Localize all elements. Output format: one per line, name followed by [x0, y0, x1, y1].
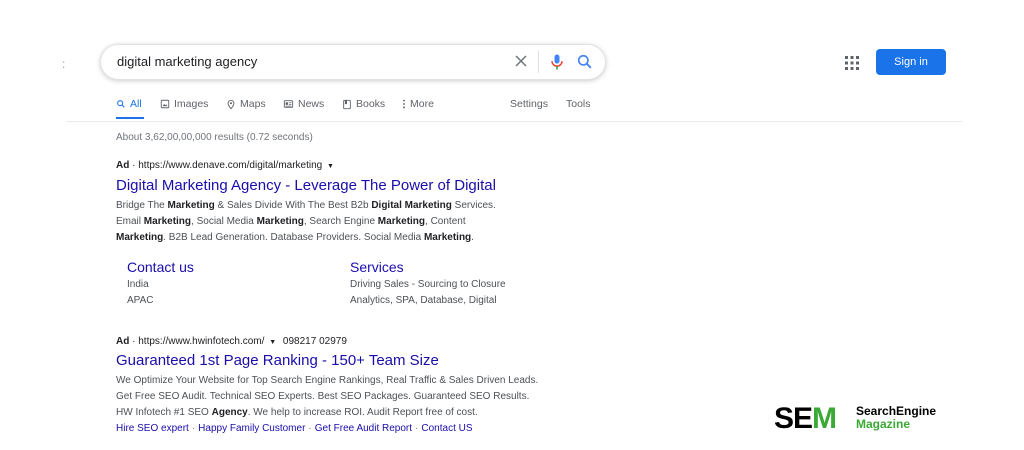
search-divider: [538, 51, 539, 73]
ad-label: Ad: [116, 160, 130, 171]
search-input[interactable]: digital marketing agency: [117, 54, 257, 69]
sign-in-button[interactable]: Sign in: [876, 49, 946, 75]
desc-text: .: [471, 232, 474, 243]
sitelink-line: APAC: [127, 295, 154, 306]
description-line: Get Free SEO Audit. Technical SEO Expert…: [116, 389, 576, 405]
ad-dot: ·: [132, 336, 136, 347]
search-box[interactable]: digital marketing agency: [100, 44, 606, 80]
desc-text: Get Free SEO Audit. Technical SEO Expert…: [116, 391, 530, 402]
tab-images[interactable]: Images: [160, 98, 208, 110]
description-line: Marketing. B2B Lead Generation. Database…: [116, 230, 556, 246]
desc-text: . B2B Lead Generation. Database Provider…: [163, 232, 424, 243]
desc-text: Email: [116, 216, 144, 227]
tab-all[interactable]: All: [116, 98, 142, 110]
logo-letters-se: SE: [774, 402, 813, 435]
tab-label: Images: [174, 98, 209, 110]
sitelink-services: Services Driving Sales - Sourcing to Clo…: [350, 259, 506, 309]
desc-text: HW Infotech #1 SEO: [116, 407, 212, 418]
desc-bold: Marketing: [423, 232, 472, 243]
newspaper-icon: [283, 100, 294, 108]
desc-text: . We help to increase ROI. Audit Report …: [247, 407, 478, 418]
desc-bold: Marketing: [116, 232, 164, 243]
tab-label: More: [410, 98, 434, 110]
tab-label: Maps: [240, 98, 266, 110]
sitelink-line: Driving Sales - Sourcing to Closure: [350, 279, 506, 290]
tab-label: Settings: [510, 98, 548, 110]
search-icon[interactable]: [575, 52, 595, 72]
left-edge-mark: :: [62, 57, 66, 71]
search-icon: [117, 100, 125, 108]
logo-letters: SEM: [774, 402, 837, 436]
ad-url[interactable]: https://www.hwinfotech.com/: [138, 336, 264, 347]
sitelink-separator: ·: [191, 423, 196, 434]
caret-down-icon[interactable]: ▼: [327, 163, 334, 170]
sitelink-separator: ·: [308, 423, 312, 434]
sitelink-separator: ·: [415, 423, 419, 434]
ad-2-inline-sitelinks: Hire SEO expert · Happy Family Customer · Ge…: [116, 423, 473, 434]
ad-1-url-line: Ad · https://www.denave.com/digital/mark…: [116, 160, 334, 171]
ad-2-url-line: Ad · https://www.hwinfotech.com/ ▼ 09821…: [116, 336, 347, 347]
description-line: HW Infotech #1 SEO Agency. We help to in…: [116, 405, 576, 421]
clear-icon[interactable]: [511, 51, 531, 71]
tab-label: Tools: [566, 98, 591, 110]
description-line: Bridge The Marketing & Sales Divide With…: [116, 198, 556, 214]
tab-tools[interactable]: Tools: [566, 98, 591, 110]
tab-more[interactable]: More: [402, 98, 434, 110]
microphone-icon[interactable]: [547, 51, 567, 73]
ad-2-description: We Optimize Your Website for Top Search …: [116, 373, 576, 421]
desc-bold: Digital Marketing: [371, 200, 452, 211]
inline-sitelink[interactable]: Happy Family Customer: [198, 423, 305, 434]
sitelink-title[interactable]: Services: [350, 259, 506, 275]
description-line: We Optimize Your Website for Top Search …: [116, 373, 576, 389]
apps-grid-icon[interactable]: [844, 55, 860, 71]
sitelink-contact: Contact us India APAC: [127, 259, 194, 309]
tab-label: All: [130, 98, 142, 110]
desc-text: Services.: [451, 200, 496, 211]
desc-bold: Marketing: [143, 216, 192, 227]
book-icon: [343, 99, 351, 109]
desc-text: & Sales Divide With The Best B2b: [214, 200, 372, 211]
desc-bold: Agency: [211, 407, 248, 418]
sitelink-line: India: [127, 279, 149, 290]
desc-text: Bridge The: [116, 200, 168, 211]
inline-sitelink[interactable]: Contact US: [421, 423, 472, 434]
logo-letter-m: M: [812, 402, 837, 435]
header-divider: [66, 121, 962, 122]
logo-wordmark: SearchEngine Magazine: [856, 405, 936, 431]
ad-phone[interactable]: 098217 02979: [283, 336, 347, 347]
result-stats: About 3,62,00,00,000 results (0.72 secon…: [116, 132, 313, 143]
image-icon: [160, 99, 170, 109]
map-pin-icon: [227, 99, 235, 109]
ad-1-description: Bridge The Marketing & Sales Divide With…: [116, 198, 556, 246]
ad-label: Ad: [116, 336, 130, 347]
more-vert-icon: [403, 99, 405, 109]
ad-2-title[interactable]: Guaranteed 1st Page Ranking - 150+ Team …: [116, 352, 439, 369]
tab-maps[interactable]: Maps: [226, 98, 266, 110]
inline-sitelink[interactable]: Get Free Audit Report: [315, 423, 412, 434]
ad-url[interactable]: https://www.denave.com/digital/marketing: [138, 160, 322, 171]
tab-news[interactable]: News: [283, 98, 324, 110]
desc-text: We Optimize Your Website for Top Search …: [116, 375, 539, 386]
sitelink-title[interactable]: Contact us: [127, 259, 194, 275]
tab-label: Books: [356, 98, 386, 110]
inline-sitelink[interactable]: Hire SEO expert: [116, 423, 189, 434]
tab-label: News: [298, 98, 325, 110]
desc-bold: Marketing: [377, 216, 426, 227]
desc-bold: Marketing: [167, 200, 215, 211]
desc-bold: Marketing: [256, 216, 304, 227]
desc-text: , Search Engine: [303, 216, 378, 227]
active-tab-indicator: [116, 117, 144, 119]
tab-settings[interactable]: Settings: [510, 98, 548, 110]
description-line: Email Marketing, Social Media Marketing,…: [116, 214, 556, 230]
caret-down-icon[interactable]: ▼: [269, 339, 276, 346]
tab-books[interactable]: Books: [342, 98, 385, 110]
ad-1-title[interactable]: Digital Marketing Agency - Leverage The …: [116, 177, 496, 194]
ad-dot: ·: [132, 160, 136, 171]
desc-text: , Content: [425, 216, 466, 227]
desc-text: , Social Media: [191, 216, 257, 227]
sitelink-line: Analytics, SPA, Database, Digital: [350, 295, 497, 306]
logo-line-2: Magazine: [856, 417, 911, 431]
